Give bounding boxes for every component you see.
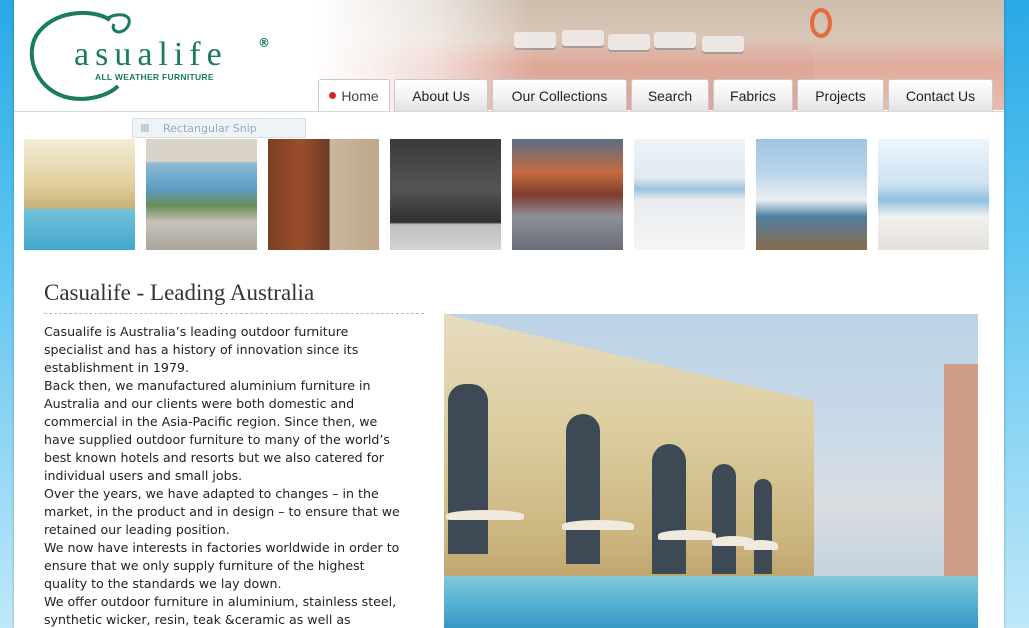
nav-tab-about-us[interactable]: About Us — [394, 79, 488, 111]
firepit-lounge-thumb[interactable] — [512, 139, 623, 250]
snip-icon — [141, 124, 149, 132]
photo-arch — [712, 464, 736, 574]
intro-text: Casualife is Australia’s leading outdoor… — [44, 323, 404, 628]
nav-tab-projects[interactable]: Projects — [797, 79, 884, 111]
intro-paragraph: We now have interests in factories world… — [44, 540, 400, 591]
banner-lounger — [562, 30, 604, 46]
hotel-pool-thumb[interactable] — [24, 139, 135, 250]
nav-tab-label: Contact Us — [905, 87, 976, 104]
nav-tab-home[interactable]: Home — [318, 79, 390, 111]
photo-tower — [944, 364, 978, 584]
nav-tab-label: Projects — [815, 87, 866, 104]
banner-lounger — [654, 32, 696, 48]
intro-paragraph: Back then, we manufactured aluminium fur… — [44, 378, 390, 483]
site-logo[interactable]: asualife ® ALL WEATHER FURNITURE — [22, 6, 272, 104]
ocean-lounge-thumb[interactable] — [878, 139, 989, 250]
page-title: Casualife - Leading Australia — [44, 280, 315, 305]
photo-umbrella — [658, 530, 716, 540]
snip-overlay-label: Rectangular Snip — [163, 121, 257, 135]
banner-lounger — [608, 34, 650, 50]
photo-arch — [448, 384, 488, 554]
intro-paragraph: Over the years, we have adapted to chang… — [44, 486, 400, 537]
lifebuoy-icon — [810, 8, 832, 38]
nav-tab-label: Our Collections — [511, 87, 608, 104]
featured-hotel-photo — [444, 314, 978, 628]
stone-wall-thumb[interactable] — [390, 139, 501, 250]
photo-pool — [444, 576, 978, 628]
nav-tab-contact-us[interactable]: Contact Us — [888, 79, 993, 111]
snip-overlay-tooltip: Rectangular Snip — [132, 118, 306, 138]
main-navigation: Home About Us Our Collections Search Fab… — [318, 79, 993, 111]
site-header: asualife ® ALL WEATHER FURNITURE Home Ab… — [14, 0, 1004, 112]
nav-tab-search[interactable]: Search — [631, 79, 709, 111]
nav-tab-label: Fabrics — [730, 87, 776, 104]
nav-tab-fabrics[interactable]: Fabrics — [713, 79, 793, 111]
intro-paragraph: We offer outdoor furniture in aluminium,… — [44, 594, 397, 627]
page: asualife ® ALL WEATHER FURNITURE Home Ab… — [14, 0, 1004, 628]
banner-lounger — [702, 36, 744, 52]
active-dot-icon — [329, 92, 337, 99]
logo-tagline: ALL WEATHER FURNITURE — [95, 72, 214, 82]
photo-umbrella — [446, 510, 524, 520]
nav-tab-label: Search — [647, 87, 693, 104]
rust-chair-thumb[interactable] — [268, 139, 379, 250]
cabana-deck-thumb[interactable] — [756, 139, 867, 250]
intro-paragraph: Casualife is Australia’s leading outdoor… — [44, 324, 359, 375]
photo-umbrella — [562, 520, 634, 530]
title-divider — [44, 313, 424, 314]
photo-arch — [754, 479, 772, 574]
sea-view-sofa-thumb[interactable] — [634, 139, 745, 250]
logo-wordmark: asualife — [74, 36, 228, 73]
nav-tab-label: About Us — [412, 87, 470, 104]
nav-tab-label: Home — [341, 87, 379, 104]
modern-table-thumb[interactable] — [146, 139, 257, 250]
photo-arch — [566, 414, 600, 564]
photo-arch — [652, 444, 686, 574]
registered-mark: ® — [258, 36, 270, 50]
photo-umbrella — [744, 540, 778, 550]
nav-tab-our-collections[interactable]: Our Collections — [492, 79, 627, 111]
gallery-strip — [24, 139, 989, 250]
